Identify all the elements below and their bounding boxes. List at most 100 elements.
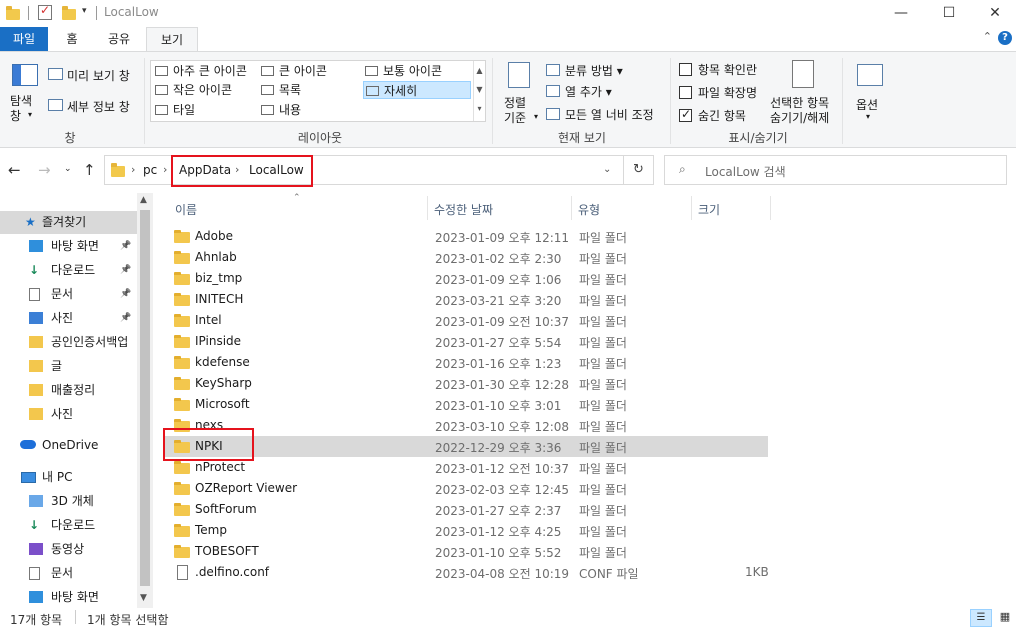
column-header-name[interactable]: 이름 (175, 201, 197, 218)
details-view-icon[interactable]: ☰ (970, 609, 992, 627)
ribbon-tabs: 파일 홈 공유 보기 (0, 27, 1016, 51)
table-row[interactable]: NPKI 2022-12-29 오후 3:36 파일 폴더 (165, 436, 768, 457)
file-modified: 2023-01-09 오전 10:37 (435, 315, 570, 329)
sidebar-item[interactable]: 바탕 화면 📌 (0, 235, 137, 258)
preview-pane-button[interactable]: 미리 보기 창 (67, 67, 130, 84)
sidebar-item[interactable]: ↓ 다운로드 📌 (0, 259, 137, 282)
layout-item-label: 아주 큰 아이콘 (173, 64, 247, 78)
chevron-down-icon[interactable]: ⌄ (603, 164, 611, 175)
table-row[interactable]: IPinside 2023-01-27 오후 5:54 파일 폴더 (165, 331, 768, 352)
sidebar-item[interactable]: 사진 📌 (0, 307, 137, 330)
search-box[interactable]: ⌕ LocalLow 검색 (664, 155, 1007, 185)
refresh-button[interactable]: ↻ (624, 155, 654, 185)
scroll-up-icon[interactable]: ▲ (140, 195, 147, 205)
scroll-down-icon[interactable]: ▼ (140, 593, 147, 603)
maximize-button[interactable]: ☐ (926, 0, 972, 26)
table-row[interactable]: Temp 2023-01-12 오후 4:25 파일 폴더 (165, 520, 768, 541)
column-header-modified[interactable]: 수정한 날짜 (434, 201, 493, 218)
layout-details[interactable]: 자세히 (363, 81, 471, 99)
item-checkboxes-label: 항목 확인란 (698, 63, 758, 77)
breadcrumb-pc[interactable]: pc (143, 163, 157, 177)
sort-by-button[interactable]: 정렬 기준 (504, 96, 526, 126)
sidebar-item-onedrive[interactable]: OneDrive (0, 434, 137, 457)
properties-icon[interactable]: ✓ (38, 3, 52, 20)
details-pane-icon (48, 99, 63, 111)
details-pane-button[interactable]: 세부 정보 창 (67, 98, 130, 115)
table-row[interactable]: .delfino.conf 2023-04-08 오전 10:19 CONF 파일 1… (165, 562, 769, 583)
layout-item-label: 보통 아이콘 (383, 64, 443, 78)
layout-content[interactable]: 내용 (259, 101, 301, 119)
sidebar-item[interactable]: 동영상 (0, 538, 137, 561)
hidden-items-checkbox[interactable] (679, 107, 692, 122)
folder-icon (174, 503, 190, 516)
table-row[interactable]: OZReport Viewer 2023-02-03 오후 12:45 파일 폴더 (165, 478, 768, 499)
sidebar-item[interactable]: 바탕 화면 (0, 586, 137, 609)
sidebar-item[interactable]: 문서 (0, 562, 137, 585)
layout-medium-icons[interactable]: 보통 아이콘 (363, 62, 442, 80)
sidebar-item-label: 다운로드 (51, 263, 96, 277)
file-modified: 2023-01-09 오후 1:06 (435, 273, 562, 287)
collapse-ribbon-icon[interactable]: ⌃ (983, 30, 992, 43)
tab-home[interactable]: 홈 (52, 27, 92, 51)
table-row[interactable]: SoftForum 2023-01-27 오후 2:37 파일 폴더 (165, 499, 768, 520)
hide-selected-button[interactable]: 선택한 항목 숨기기/해제 (770, 96, 829, 126)
layout-small-icons[interactable]: 작은 아이콘 (153, 81, 232, 99)
help-icon[interactable]: ? (998, 31, 1012, 45)
sidebar-item[interactable]: 공인인증서백업 (0, 331, 137, 354)
options-button[interactable]: 옵션 (856, 96, 878, 113)
tab-view[interactable]: 보기 (146, 27, 198, 51)
sidebar-item[interactable]: 매출정리 (0, 379, 137, 402)
search-input[interactable]: LocalLow 검색 (705, 163, 786, 180)
table-row[interactable]: INITECH 2023-03-21 오후 3:20 파일 폴더 (165, 289, 768, 310)
navigation-pane-button[interactable]: 탐색 창 (10, 94, 32, 124)
recent-locations-icon[interactable]: ⌄ (64, 164, 72, 174)
sidebar-item[interactable]: 문서 📌 (0, 283, 137, 306)
sidebar-item[interactable]: 사진 (0, 403, 137, 426)
group-by-button[interactable]: 분류 방법 ▾ (565, 62, 623, 79)
sidebar-item[interactable]: 글 (0, 355, 137, 378)
table-row[interactable]: TOBESOFT 2023-01-10 오후 5:52 파일 폴더 (165, 541, 768, 562)
tab-file[interactable]: 파일 (0, 27, 48, 51)
up-arrow-icon[interactable]: ↑ (83, 161, 96, 179)
file-name: SoftForum (195, 502, 257, 516)
table-row[interactable]: nexs 2023-03-10 오후 12:08 파일 폴더 (165, 415, 768, 436)
table-row[interactable]: KeySharp 2023-01-30 오후 12:28 파일 폴더 (165, 373, 768, 394)
table-row[interactable]: kdefense 2023-01-16 오후 1:23 파일 폴더 (165, 352, 768, 373)
gallery-scroll[interactable]: ▲ ▼ ▾ (473, 61, 485, 121)
minimize-button[interactable]: — (878, 0, 924, 26)
table-row[interactable]: biz_tmp 2023-01-09 오후 1:06 파일 폴더 (165, 268, 768, 289)
folder-icon (29, 384, 43, 396)
tab-share[interactable]: 공유 (96, 27, 142, 51)
sidebar-item[interactable]: ↓ 다운로드 (0, 514, 137, 537)
layout-extra-large-icons[interactable]: 아주 큰 아이콘 (153, 62, 247, 80)
folder-icon (174, 398, 190, 411)
new-folder-icon[interactable] (62, 6, 76, 20)
layout-large-icons[interactable]: 큰 아이콘 (259, 62, 327, 80)
sidebar-scroll-thumb[interactable] (140, 210, 150, 586)
table-row[interactable]: Adobe 2023-01-09 오후 12:11 파일 폴더 (165, 226, 768, 247)
folder-icon (174, 461, 190, 474)
layout-item-label: 작은 아이콘 (173, 83, 233, 97)
close-button[interactable]: ✕ (972, 0, 1016, 26)
column-header-type[interactable]: 유형 (578, 201, 600, 218)
fit-columns-button[interactable]: 모든 열 너비 조정 (565, 106, 654, 123)
sidebar-item-this-pc[interactable]: 내 PC (0, 466, 137, 489)
large-icons-view-icon[interactable]: ▦ (996, 609, 1014, 627)
sidebar-item[interactable]: 3D 개체 (0, 490, 137, 513)
table-row[interactable]: Microsoft 2023-01-10 오후 3:01 파일 폴더 (165, 394, 768, 415)
sidebar-item-quick-access[interactable]: ★ 즐겨찾기 (0, 211, 137, 234)
layout-tiles[interactable]: 타일 (153, 101, 195, 119)
table-row[interactable]: Intel 2023-01-09 오전 10:37 파일 폴더 (165, 310, 768, 331)
table-row[interactable]: Ahnlab 2023-01-02 오후 2:30 파일 폴더 (165, 247, 768, 268)
add-columns-button[interactable]: 열 추가 ▾ (565, 83, 612, 100)
file-extensions-checkbox[interactable] (679, 86, 692, 99)
back-arrow-icon[interactable]: ← (8, 161, 21, 179)
customize-qat-icon[interactable]: ▾ (82, 6, 87, 16)
sort-ascending-icon: ⌃ (293, 193, 301, 203)
layout-list[interactable]: 목록 (259, 81, 301, 99)
column-header-size[interactable]: 크기 (698, 201, 720, 218)
forward-arrow-icon[interactable]: → (38, 161, 51, 179)
navigation-pane-icon[interactable] (12, 64, 38, 86)
table-row[interactable]: nProtect 2023-01-12 오전 10:37 파일 폴더 (165, 457, 768, 478)
item-checkboxes-checkbox[interactable] (679, 63, 692, 76)
